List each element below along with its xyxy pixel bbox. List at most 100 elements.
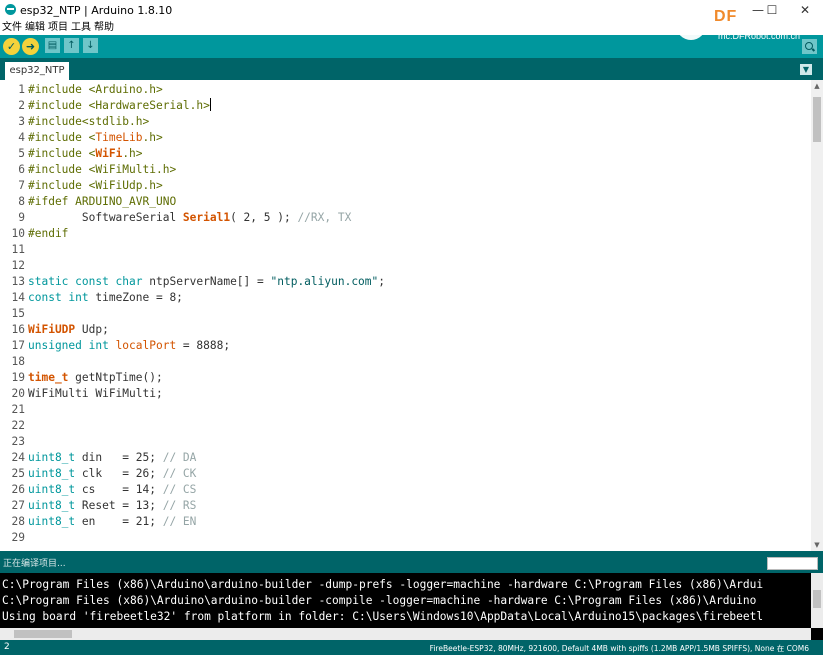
code-token: #include <Arduino.h> <box>28 83 163 96</box>
code-text: #include <WiFiUdp.h> <box>28 178 163 194</box>
line-number: 12 <box>11 259 25 272</box>
status-message: 正在编译项目... <box>3 559 66 569</box>
code-text: uint8_t Reset = 13; // RS <box>28 498 196 514</box>
code-token: time_t <box>28 371 69 384</box>
code-token: unsigned int <box>28 339 116 352</box>
console-horizontal-scrollbar[interactable] <box>0 628 811 640</box>
code-text: #include <WiFi.h> <box>28 146 143 162</box>
line-number: 24 <box>11 451 25 464</box>
scroll-down-icon[interactable]: ▼ <box>811 539 823 551</box>
code-token: #include < <box>28 147 96 160</box>
code-text: uint8_t din = 25; // DA <box>28 450 196 466</box>
scroll-up-icon[interactable]: ▲ <box>811 80 823 92</box>
code-text: #include <HardwareSerial.h> <box>28 98 211 114</box>
code-token: TimeLib <box>95 131 143 144</box>
code-token: uint8_t <box>28 483 76 496</box>
board-info: FireBeetle-ESP32, 80MHz, 921600, Default… <box>429 644 809 653</box>
code-token: .h> <box>142 131 163 144</box>
code-token: cs = 14; <box>75 483 163 496</box>
code-token: // CK <box>162 467 197 480</box>
text-cursor <box>209 98 211 111</box>
code-text: uint8_t cs = 14; // CS <box>28 482 196 498</box>
menu-sketch[interactable]: 项目 <box>48 20 68 35</box>
line-number: 3 <box>18 115 25 128</box>
line-number: 2 <box>18 99 25 112</box>
code-token: timeZone = 8; <box>95 291 183 304</box>
code-token: = 8888; <box>176 339 231 352</box>
code-token: uint8_t <box>28 467 76 480</box>
footer-bar: 2 FireBeetle-ESP32, 80MHz, 921600, Defau… <box>0 640 823 655</box>
code-token: getNtpTime(); <box>68 371 163 384</box>
code-text: WiFiUDP Udp; <box>28 322 109 338</box>
arduino-app-icon <box>5 4 16 15</box>
save-sketch-button[interactable]: ↓ <box>83 38 98 53</box>
line-number: 27 <box>11 499 25 512</box>
menu-tools[interactable]: 工具 <box>71 20 91 35</box>
code-token: WiFi <box>95 147 123 160</box>
window-title: esp32_NTP | Arduino 1.8.10 <box>20 4 173 17</box>
code-text: SoftwareSerial Serial1( 2, 5 ); //RX, TX <box>28 210 351 226</box>
logo-text: DF <box>714 8 738 25</box>
menu-help[interactable]: 帮助 <box>94 20 114 35</box>
open-sketch-button[interactable]: ↑ <box>64 38 79 53</box>
line-number: 10 <box>11 227 25 240</box>
code-token: #endif <box>28 227 69 240</box>
code-token: din = 25; <box>75 451 163 464</box>
line-number: 4 <box>18 131 25 144</box>
code-token: #include <HardwareSerial.h> <box>28 99 210 112</box>
code-text: #ifdef ARDUINO_AVR_UNO <box>28 194 176 210</box>
line-number: 25 <box>11 467 25 480</box>
line-number: 22 <box>11 419 25 432</box>
code-token: static const char <box>28 275 150 288</box>
logo-shape <box>676 22 706 40</box>
logo-url: mc.DFRobot.com.cn <box>718 31 801 41</box>
tab-esp32-ntp[interactable]: esp32_NTP <box>5 62 69 80</box>
code-token: SoftwareSerial <box>28 211 183 224</box>
code-token: "ntp.aliyun.com" <box>270 275 379 288</box>
console-line: C:\Program Files (x86)\Arduino\arduino-b… <box>2 594 757 607</box>
line-number: 26 <box>11 483 25 496</box>
code-text: #include <WiFiMulti.h> <box>28 162 176 178</box>
code-token: // RS <box>162 499 197 512</box>
verify-button[interactable]: ✓ <box>3 38 20 55</box>
line-number: 17 <box>11 339 25 352</box>
code-token: const int <box>28 291 96 304</box>
line-number: 7 <box>18 179 25 192</box>
new-sketch-button[interactable]: ▤ <box>45 38 60 53</box>
menu-edit[interactable]: 编辑 <box>25 20 45 35</box>
status-bar: 正在编译项目... <box>0 551 823 573</box>
console-hscroll-thumb[interactable] <box>14 630 72 638</box>
editor-vertical-scrollbar[interactable]: ▲ ▼ <box>811 80 823 551</box>
code-token: // EN <box>162 515 197 528</box>
code-token: // DA <box>162 451 197 464</box>
tab-menu-icon[interactable]: ▼ <box>800 64 812 75</box>
line-number: 11 <box>11 243 25 256</box>
code-text: uint8_t clk = 26; // CK <box>28 466 196 482</box>
upload-button[interactable]: ➜ <box>22 38 39 55</box>
code-token: WiFiUDP <box>28 323 76 336</box>
line-number: 13 <box>11 275 25 288</box>
code-editor[interactable]: 1 #include <Arduino.h> 2 #include <Hardware… <box>0 80 823 551</box>
code-token: #include < <box>28 131 96 144</box>
code-token: uint8_t <box>28 451 76 464</box>
code-token: clk = 26; <box>75 467 163 480</box>
code-text: unsigned int localPort = 8888; <box>28 338 230 354</box>
code-text: WiFiMulti WiFiMulti; <box>28 386 163 402</box>
code-token: ( 2, 5 ); <box>230 211 298 224</box>
dfrobot-logo: DF mc.DFRobot.com.cn <box>672 0 822 45</box>
line-number: 15 <box>11 307 25 320</box>
code-token: uint8_t <box>28 499 76 512</box>
line-number: 16 <box>11 323 25 336</box>
code-token: #include <WiFiUdp.h> <box>28 179 163 192</box>
tab-bar: esp32_NTP ▼ <box>0 58 823 80</box>
menu-file[interactable]: 文件 <box>2 20 22 35</box>
code-token: Serial1 <box>182 211 231 224</box>
line-number: 8 <box>18 195 25 208</box>
console-vertical-scrollbar[interactable] <box>811 573 823 628</box>
line-number: 21 <box>11 403 25 416</box>
code-text: uint8_t en = 21; // EN <box>28 514 196 530</box>
console-line: C:\Program Files (x86)\Arduino\arduino-b… <box>2 578 764 591</box>
editor-scroll-thumb[interactable] <box>813 97 821 142</box>
code-token: WiFiMulti WiFiMulti; <box>28 387 163 400</box>
console-scroll-thumb[interactable] <box>813 590 821 608</box>
